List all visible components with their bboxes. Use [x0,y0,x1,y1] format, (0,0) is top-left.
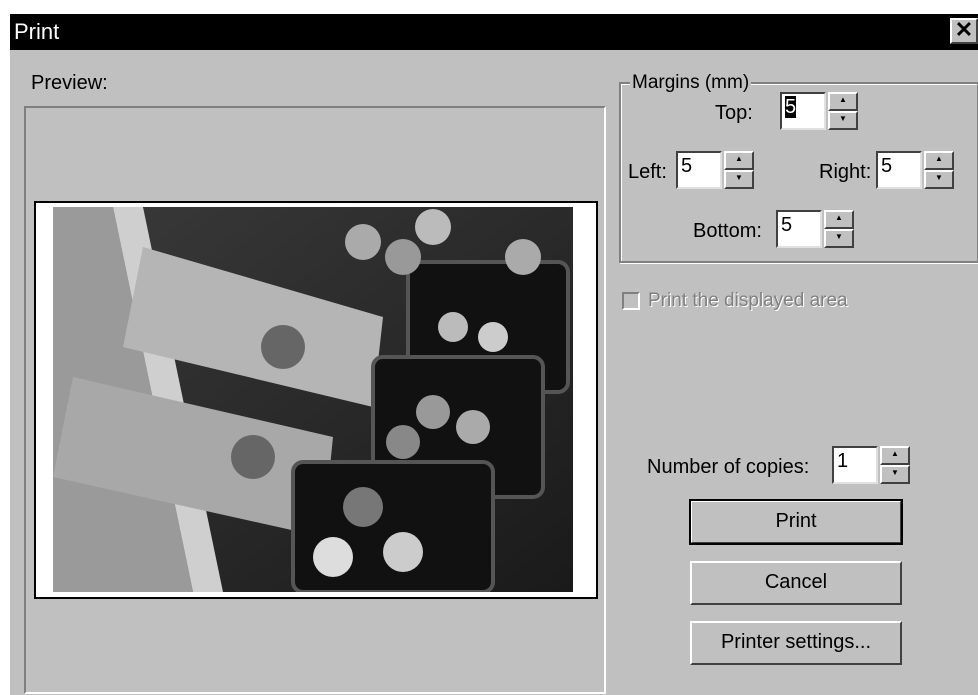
print-displayed-area-label: Print the displayed area [648,290,848,311]
copies-up-arrow-icon[interactable]: ▲ [880,446,910,465]
margin-top-up-arrow-icon[interactable]: ▲ [828,92,858,111]
printer-settings-button[interactable]: Printer settings... [690,621,902,665]
copies-spinner: 1 ▲ ▼ [832,446,910,484]
margin-bottom-up-arrow-icon[interactable]: ▲ [824,210,854,229]
margin-left-label: Left: [628,161,667,183]
margin-top-input[interactable]: 5 [780,92,826,130]
margin-bottom-label: Bottom: [693,220,762,242]
margin-top-spinner: 5 ▲ ▼ [780,92,858,130]
margin-top-down-arrow-icon[interactable]: ▼ [828,111,858,130]
margin-top-label: Top: [715,102,753,124]
margin-bottom-spinner: 5 ▲ ▼ [776,210,854,248]
window-title: Print [14,19,60,44]
margin-left-input[interactable]: 5 [676,151,722,189]
print-displayed-area-checkbox[interactable] [622,292,640,310]
margin-right-up-arrow-icon[interactable]: ▲ [924,151,954,170]
copies-label: Number of copies: [647,456,810,478]
margin-right-label: Right: [819,161,872,183]
margin-left-spinner: 5 ▲ ▼ [676,151,754,189]
print-button[interactable]: Print [689,499,903,545]
cancel-button[interactable]: Cancel [690,561,902,605]
close-button[interactable]: ✕ [950,18,978,44]
copies-down-arrow-icon[interactable]: ▼ [880,465,910,484]
margin-right-input[interactable]: 5 [876,151,922,189]
preview-page [34,201,598,599]
preview-image [53,207,573,592]
margin-top-value: 5 [785,96,797,118]
margin-left-down-arrow-icon[interactable]: ▼ [724,170,754,189]
close-icon: ✕ [954,17,974,42]
margin-bottom-input[interactable]: 5 [776,210,822,248]
title-bar: Print ✕ [10,14,978,50]
margin-right-spinner: 5 ▲ ▼ [876,151,954,189]
print-dialog: Print ✕ Preview: Margins (mm) Top: 5 ▲ ▼… [8,12,978,695]
margin-left-up-arrow-icon[interactable]: ▲ [724,151,754,170]
preview-label: Preview: [31,72,108,94]
print-displayed-area-row[interactable]: Print the displayed area [622,290,848,312]
margin-right-down-arrow-icon[interactable]: ▼ [924,170,954,189]
preview-pane [24,106,606,694]
copies-input[interactable]: 1 [832,446,878,484]
margin-bottom-down-arrow-icon[interactable]: ▼ [824,229,854,248]
margins-group-label: Margins (mm) [630,72,752,94]
